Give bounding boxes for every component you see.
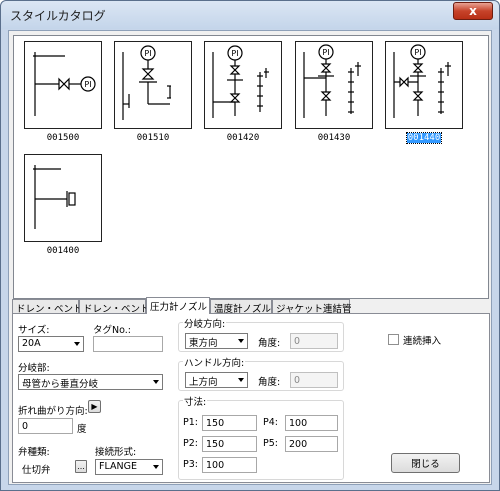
branch-part-label: 分岐部: xyxy=(18,363,50,374)
branch-part-select[interactable]: 母管から垂直分岐 xyxy=(18,374,163,390)
drain-vent-blind-flange-diagram-icon xyxy=(33,165,76,229)
pi-gauge-label: PI xyxy=(144,49,151,58)
tab-thermometer-nozzle[interactable]: 温度計ノズル xyxy=(210,299,272,315)
catalog-item-001430[interactable]: PI 001430 xyxy=(295,41,373,143)
handle-angle-label: 角度: xyxy=(258,377,281,388)
catalog-item-code: 001400 xyxy=(46,246,80,256)
branch-direction-label: 分岐方向: xyxy=(183,316,227,330)
pressure-gauge-nozzle-diagram-icon: PI xyxy=(393,44,451,118)
pi-gauge-label: PI xyxy=(322,48,329,57)
tab-jacket-connection-pipe[interactable]: ジャケット連結管 xyxy=(272,299,352,315)
catalog-item-code: 001420 xyxy=(226,133,260,143)
close-button[interactable]: 閉じる xyxy=(391,453,460,473)
catalog-item-001510[interactable]: PI 001510 xyxy=(114,41,192,143)
p4-input[interactable]: 100 xyxy=(285,415,338,431)
drain-vent-diagram-icon: PI xyxy=(33,52,96,116)
size-select-value: 20A xyxy=(22,338,41,349)
tab-drain-vent-2[interactable]: ドレン・ベント2 xyxy=(79,299,156,315)
size-select[interactable]: 20A xyxy=(18,336,84,352)
chevron-down-icon xyxy=(238,378,244,382)
pressure-gauge-nozzle-diagram-icon: PI xyxy=(303,44,361,118)
catalog-item-001500[interactable]: PI 001500 xyxy=(24,41,102,143)
thumbnail-frame: PI xyxy=(295,41,373,129)
style-catalog-list[interactable]: PI 001500 PI 001510 PI 001420 PI 001430 … xyxy=(13,35,489,299)
title-bar[interactable]: スタイルカタログ x xyxy=(1,1,499,29)
catalog-item-code: 001500 xyxy=(46,133,80,143)
tab-pressure-gauge-nozzle[interactable]: 圧力計ノズル xyxy=(146,297,210,314)
p1-label: P1: xyxy=(183,417,198,428)
bend-direction-button[interactable]: ▶ xyxy=(88,400,101,413)
valve-type-browse-button[interactable]: ... xyxy=(75,460,87,473)
close-icon: x xyxy=(469,4,477,18)
connection-type-label: 接続形式: xyxy=(95,447,137,458)
pressure-gauge-nozzle-diagram-icon: PI xyxy=(122,45,171,120)
catalog-item-001420[interactable]: PI 001420 xyxy=(204,41,282,143)
handle-direction-label: ハンドル方向: xyxy=(183,355,246,369)
catalog-item-code-selected: 001440 xyxy=(405,132,443,144)
chevron-down-icon xyxy=(153,380,159,384)
thumbnail-frame: PI xyxy=(204,41,282,129)
branch-direction-select[interactable]: 東方向 xyxy=(185,333,248,349)
p2-input[interactable]: 150 xyxy=(202,436,257,452)
chevron-down-icon xyxy=(74,342,80,346)
p5-input[interactable]: 200 xyxy=(285,436,338,452)
branch-part-select-value: 母管から垂直分岐 xyxy=(22,379,99,390)
bend-angle-input[interactable]: 0 xyxy=(18,418,73,434)
dimensions-label: 寸法: xyxy=(183,394,208,408)
p1-input[interactable]: 150 xyxy=(202,415,257,431)
pressure-gauge-nozzle-panel: サイズ: 20A タグNo.: 分岐部: 母管から垂直分岐 折れ曲がり方向: ▶… xyxy=(12,313,490,483)
ellipsis-icon: ... xyxy=(77,462,85,471)
thumbnail-frame: PI xyxy=(385,41,463,129)
chevron-down-icon xyxy=(153,465,159,469)
branch-direction-select-value: 東方向 xyxy=(189,338,218,349)
handle-direction-select-value: 上方向 xyxy=(189,377,218,388)
pressure-gauge-nozzle-diagram-icon: PI xyxy=(212,45,269,118)
catalog-item-code: 001430 xyxy=(317,133,351,143)
handle-direction-select[interactable]: 上方向 xyxy=(185,372,248,388)
valve-type-value: 仕切弁 xyxy=(22,465,51,476)
p5-label: P5: xyxy=(263,438,278,449)
p2-label: P2: xyxy=(183,438,198,449)
valve-type-label: 弁種類: xyxy=(18,447,50,458)
degree-unit-label: 度 xyxy=(77,424,87,435)
connection-type-select[interactable]: FLANGE xyxy=(95,459,163,475)
window-close-button[interactable]: x xyxy=(453,2,493,20)
catalog-item-001440[interactable]: PI 001440 xyxy=(385,41,463,144)
play-arrow-icon: ▶ xyxy=(91,402,98,411)
continuous-insert-checkbox[interactable] xyxy=(388,334,399,345)
connection-type-select-value: FLANGE xyxy=(99,461,137,472)
pi-gauge-label: PI xyxy=(231,49,238,58)
catalog-item-001400[interactable]: 001400 xyxy=(24,154,102,256)
tag-no-label: タグNo.: xyxy=(93,325,131,336)
catalog-item-code: 001510 xyxy=(136,133,170,143)
p3-input[interactable]: 100 xyxy=(202,457,257,473)
pi-gauge-label: PI xyxy=(414,48,421,57)
thumbnail-frame: PI xyxy=(114,41,192,129)
bend-direction-label: 折れ曲がり方向: xyxy=(18,406,88,417)
size-label: サイズ: xyxy=(18,325,50,336)
continuous-insert-label: 連続挿入 xyxy=(403,336,442,347)
chevron-down-icon xyxy=(238,339,244,343)
pi-gauge-label: PI xyxy=(84,80,91,89)
dialog-client-area: PI 001500 PI 001510 PI 001420 PI 001430 … xyxy=(8,30,492,485)
branch-angle-label: 角度: xyxy=(258,338,281,349)
close-button-label: 閉じる xyxy=(411,459,440,470)
tab-drain-vent-1[interactable]: ドレン・ベント1 xyxy=(12,299,89,315)
handle-angle-input[interactable]: 0 xyxy=(290,372,338,388)
thumbnail-frame xyxy=(24,154,102,242)
window-title: スタイルカタログ xyxy=(10,9,106,23)
p4-label: P4: xyxy=(263,417,278,428)
p3-label: P3: xyxy=(183,459,198,470)
tag-no-input[interactable] xyxy=(93,336,163,352)
branch-angle-input[interactable]: 0 xyxy=(290,333,338,349)
thumbnail-frame: PI xyxy=(24,41,102,129)
style-catalog-window: スタイルカタログ x PI 001500 PI 001510 PI 001420… xyxy=(0,0,500,491)
